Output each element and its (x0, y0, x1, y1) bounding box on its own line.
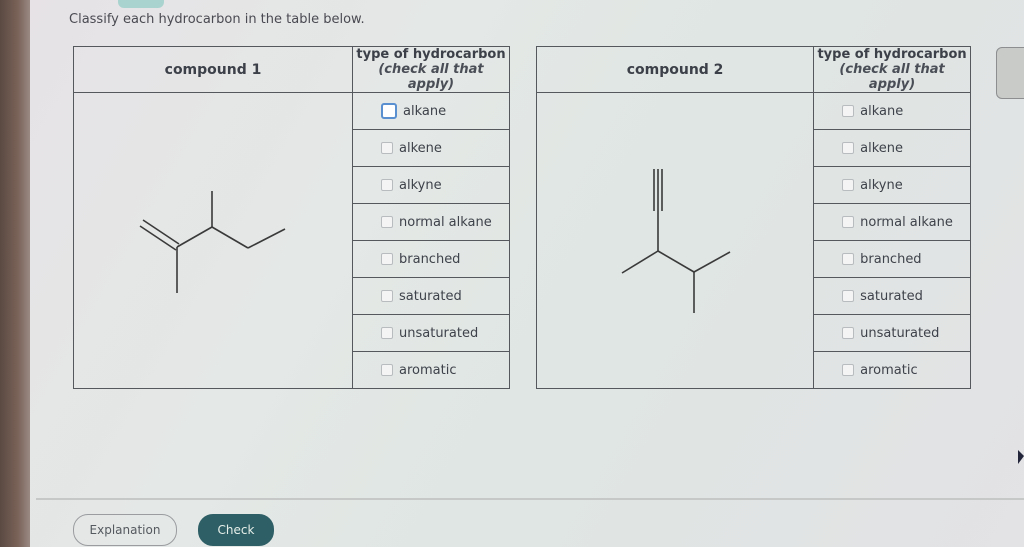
compound-1-structure-cell (73, 92, 353, 389)
option-label: unsaturated (399, 325, 479, 341)
explanation-button[interactable]: Explanation (73, 514, 177, 546)
compound-1-structure (139, 191, 286, 293)
type-header: type of hydrocarbon (check all that appl… (813, 46, 971, 93)
option-unsaturated[interactable]: unsaturated (352, 314, 510, 352)
option-saturated[interactable]: saturated (352, 277, 510, 315)
option-alkyne[interactable]: alkyne (813, 166, 971, 204)
bond (693, 251, 731, 273)
checkbox[interactable] (381, 290, 393, 302)
compound-2-header: compound 2 (535, 46, 815, 93)
option-label: normal alkane (860, 214, 953, 230)
side-panel-button[interactable] (996, 47, 1024, 99)
top-tab-indicator (118, 0, 164, 8)
option-label: branched (860, 251, 922, 267)
option-label: aromatic (860, 362, 918, 378)
type-header-subtitle: (check all that apply) (839, 62, 945, 92)
option-label: alkyne (399, 177, 442, 193)
checkbox[interactable] (381, 253, 393, 265)
compound-1-header: compound 1 (73, 46, 353, 93)
option-label: alkane (860, 103, 904, 119)
mouse-cursor-icon (1018, 450, 1024, 464)
compound-2-structure (621, 169, 731, 313)
checkbox[interactable] (842, 105, 855, 117)
option-unsaturated[interactable]: unsaturated (813, 314, 971, 352)
checkbox[interactable] (842, 327, 855, 339)
option-label: unsaturated (860, 325, 940, 341)
check-button[interactable]: Check (198, 514, 274, 546)
option-normal-alkane[interactable]: normal alkane (352, 203, 510, 241)
checkbox[interactable] (842, 253, 855, 265)
option-label: saturated (399, 288, 462, 304)
bond (621, 250, 659, 274)
checkbox[interactable] (381, 142, 393, 154)
option-saturated[interactable]: saturated (813, 277, 971, 315)
option-label: alkene (399, 140, 442, 156)
question-prompt: Classify each hydrocarbon in the table b… (69, 12, 365, 27)
option-label: normal alkane (399, 214, 492, 230)
type-header-subtitle: (check all that apply) (378, 62, 484, 92)
checkbox[interactable] (381, 179, 393, 191)
option-label: branched (399, 251, 461, 267)
option-branched[interactable]: branched (813, 240, 971, 278)
bond (211, 226, 249, 249)
checkbox[interactable] (381, 327, 393, 339)
option-aromatic[interactable]: aromatic (352, 351, 510, 389)
checkbox[interactable] (842, 364, 855, 376)
option-normal-alkane[interactable]: normal alkane (813, 203, 971, 241)
compound-2-structure-cell (535, 92, 815, 389)
compound-1-table: compound 1 type of hydrocarbon (check al… (73, 46, 510, 389)
checkbox[interactable] (381, 364, 393, 376)
option-aromatic[interactable]: aromatic (813, 351, 971, 389)
checkbox[interactable] (842, 216, 855, 228)
option-alkyne[interactable]: alkyne (352, 166, 510, 204)
bond (247, 228, 286, 249)
bond (657, 250, 695, 273)
option-label: alkane (403, 103, 447, 119)
option-label: alkene (860, 140, 904, 156)
checkbox[interactable] (381, 216, 393, 228)
footer-divider (36, 498, 1024, 500)
screen-left-edge (0, 0, 30, 547)
option-label: aromatic (399, 362, 457, 378)
option-label: saturated (860, 288, 923, 304)
bond (176, 226, 213, 248)
option-alkene[interactable]: alkene (813, 129, 971, 167)
checkbox[interactable] (842, 142, 855, 154)
checkbox[interactable] (842, 290, 855, 302)
type-header: type of hydrocarbon (check all that appl… (352, 46, 510, 93)
option-alkane[interactable]: alkane (813, 92, 971, 130)
type-header-title: type of hydrocarbon (356, 47, 506, 62)
checkbox[interactable] (381, 103, 397, 119)
option-alkene[interactable]: alkene (352, 129, 510, 167)
checkbox[interactable] (842, 179, 855, 191)
option-alkane[interactable]: alkane (352, 92, 510, 130)
option-label: alkyne (860, 177, 903, 193)
compound-2-table: compound 2 type of hydrocarbon (check al… (535, 46, 971, 389)
type-header-title: type of hydrocarbon (817, 47, 967, 62)
option-branched[interactable]: branched (352, 240, 510, 278)
